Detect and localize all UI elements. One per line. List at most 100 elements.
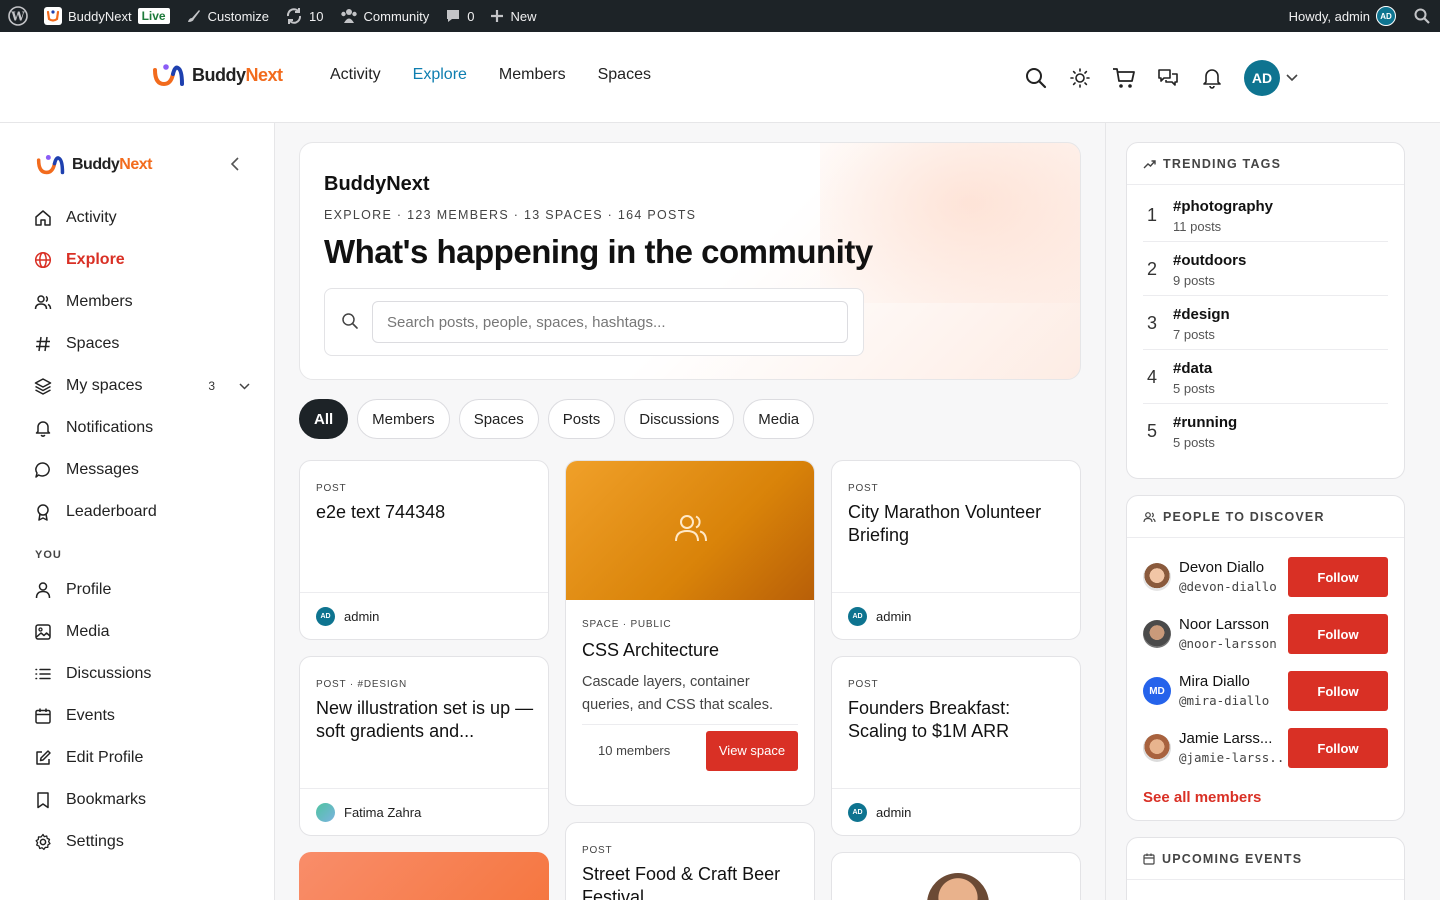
admin-updates-link[interactable]: 10 — [277, 0, 331, 32]
admin-customize-link[interactable]: Customize — [178, 0, 277, 32]
view-space-button[interactable]: View space — [706, 730, 798, 771]
trending-tag-row[interactable]: 1 #photography 11 posts — [1143, 188, 1388, 242]
people-header: PEOPLE TO DISCOVER — [1127, 496, 1404, 538]
sidebar-item-edit-profile[interactable]: Edit Profile — [22, 737, 262, 779]
card-author[interactable]: AD admin — [832, 788, 1080, 835]
member-card-partial[interactable] — [831, 852, 1081, 900]
tag-name[interactable]: #outdoors — [1173, 252, 1246, 269]
explore-search-input[interactable] — [372, 301, 848, 343]
site-logo[interactable]: BuddyNext — [152, 62, 283, 88]
people-to-discover-panel: PEOPLE TO DISCOVER Devon Diallo @devon-d… — [1126, 495, 1405, 821]
admin-new-link[interactable]: New — [482, 0, 544, 32]
author-name: admin — [344, 608, 380, 624]
post-card[interactable]: POST City Marathon Volunteer Briefing AD… — [831, 460, 1081, 640]
admin-community-link[interactable]: Community — [332, 0, 438, 32]
trending-tag-row[interactable]: 3 #design 7 posts — [1143, 296, 1388, 350]
person-name[interactable]: Devon Diallo — [1179, 559, 1287, 576]
card-author[interactable]: AD admin — [832, 592, 1080, 639]
filter-discussions[interactable]: Discussions — [624, 399, 735, 439]
trending-tags-header: TRENDING TAGS — [1127, 143, 1404, 185]
tag-name[interactable]: #data — [1173, 360, 1212, 377]
sidebar-item-explore[interactable]: Explore — [22, 239, 262, 281]
card-title[interactable]: Founders Breakfast: Scaling to $1M ARR — [848, 697, 1066, 743]
sidebar-item-discussions[interactable]: Discussions — [22, 653, 262, 695]
person-name[interactable]: Noor Larsson — [1179, 616, 1287, 633]
follow-button[interactable]: Follow — [1288, 557, 1388, 597]
space-card[interactable]: SPACE · PUBLIC CSS Architecture Cascade … — [565, 460, 815, 806]
card-title[interactable]: e2e text 744348 — [316, 501, 534, 524]
filter-media[interactable]: Media — [743, 399, 815, 439]
tag-name[interactable]: #design — [1173, 306, 1230, 323]
theme-toggle-sun-icon[interactable] — [1068, 66, 1092, 90]
cart-icon[interactable] — [1112, 66, 1136, 90]
card-title[interactable]: City Marathon Volunteer Briefing — [848, 501, 1066, 547]
sidebar-item-settings[interactable]: Settings — [22, 821, 262, 863]
notifications-bell-icon[interactable] — [1200, 66, 1224, 90]
sidebar-item-events[interactable]: Events — [22, 695, 262, 737]
admin-search-icon[interactable] — [1404, 0, 1440, 32]
person-name[interactable]: Jamie Larss... — [1179, 730, 1287, 747]
person-avatar[interactable] — [1143, 620, 1171, 648]
wordpress-logo-icon[interactable]: W — [0, 0, 36, 32]
collapse-sidebar-chevron-left-icon[interactable] — [230, 157, 240, 176]
nav-activity[interactable]: Activity — [330, 66, 381, 84]
tag-name[interactable]: #photography — [1173, 198, 1273, 215]
filter-all[interactable]: All — [299, 399, 349, 439]
post-card[interactable]: POST e2e text 744348 AD admin — [299, 460, 549, 640]
sidebar-item-label: Edit Profile — [66, 749, 144, 766]
sidebar-item-spaces[interactable]: Spaces — [22, 323, 262, 365]
filter-tabs: All Members Spaces Posts Discussions Med… — [299, 399, 815, 439]
admin-comments-link[interactable]: 0 — [437, 0, 482, 32]
person-avatar[interactable]: MD — [1143, 677, 1171, 705]
hero-meta: EXPLORE · 123 MEMBERS · 13 SPACES · 164 … — [324, 208, 697, 222]
follow-button[interactable]: Follow — [1288, 614, 1388, 654]
person-avatar[interactable] — [1143, 563, 1171, 591]
follow-button[interactable]: Follow — [1288, 671, 1388, 711]
sidebar-logo[interactable]: BuddyNext — [36, 153, 152, 176]
author-avatar: AD — [848, 802, 867, 822]
nav-members[interactable]: Members — [499, 66, 566, 84]
space-description: Cascade layers, container queries, and C… — [582, 674, 774, 713]
card-kicker: POST — [848, 483, 879, 494]
messages-icon[interactable] — [1156, 66, 1180, 90]
card-title[interactable]: CSS Architecture — [582, 639, 800, 662]
admin-site-link[interactable]: BuddyNext Live — [36, 0, 178, 32]
card-title[interactable]: Street Food & Craft Beer Festival — [582, 863, 800, 900]
sidebar-item-bookmarks[interactable]: Bookmarks — [22, 779, 262, 821]
media-card-partial[interactable] — [299, 852, 549, 900]
nav-explore[interactable]: Explore — [413, 66, 467, 84]
user-menu[interactable]: AD — [1244, 60, 1298, 96]
search-icon[interactable] — [1024, 66, 1048, 90]
card-author[interactable]: Fatima Zahra — [300, 788, 548, 835]
card-title[interactable]: New illustration set is up — soft gradie… — [316, 697, 534, 743]
sidebar-item-profile[interactable]: Profile — [22, 569, 262, 611]
sidebar-item-activity[interactable]: Activity — [22, 197, 262, 239]
see-all-members-link[interactable]: See all members — [1143, 789, 1261, 806]
filter-posts[interactable]: Posts — [547, 399, 616, 439]
sidebar-item-members[interactable]: Members — [22, 281, 262, 323]
nav-spaces[interactable]: Spaces — [598, 66, 651, 84]
post-card[interactable]: POST Street Food & Craft Beer Festival — [565, 822, 815, 900]
trending-tag-row[interactable]: 4 #data 5 posts — [1143, 350, 1388, 404]
person-name[interactable]: Mira Diallo — [1179, 673, 1287, 690]
tag-post-count: 11 posts — [1173, 219, 1222, 234]
admin-account-menu[interactable]: Howdy, admin AD — [1281, 0, 1404, 32]
filter-members[interactable]: Members — [357, 399, 450, 439]
tag-name[interactable]: #running — [1173, 414, 1237, 431]
follow-button[interactable]: Follow — [1288, 728, 1388, 768]
person-avatar[interactable] — [1143, 734, 1171, 762]
sidebar-item-my-spaces[interactable]: My spaces 3 — [22, 365, 262, 407]
post-card[interactable]: POST Founders Breakfast: Scaling to $1M … — [831, 656, 1081, 836]
sidebar-item-notifications[interactable]: Notifications — [22, 407, 262, 449]
post-card[interactable]: POST · #DESIGN New illustration set is u… — [299, 656, 549, 836]
card-author[interactable]: AD admin — [300, 592, 548, 639]
trending-tag-row[interactable]: 5 #running 5 posts — [1143, 404, 1388, 458]
sidebar-item-messages[interactable]: Messages — [22, 449, 262, 491]
chevron-down-icon[interactable] — [239, 382, 250, 390]
filter-spaces[interactable]: Spaces — [458, 399, 539, 439]
sidebar-item-media[interactable]: Media — [22, 611, 262, 653]
trending-tag-row[interactable]: 2 #outdoors 9 posts — [1143, 242, 1388, 296]
sidebar-item-leaderboard[interactable]: Leaderboard — [22, 491, 262, 533]
community-icon — [340, 9, 357, 23]
list-icon — [35, 668, 51, 680]
